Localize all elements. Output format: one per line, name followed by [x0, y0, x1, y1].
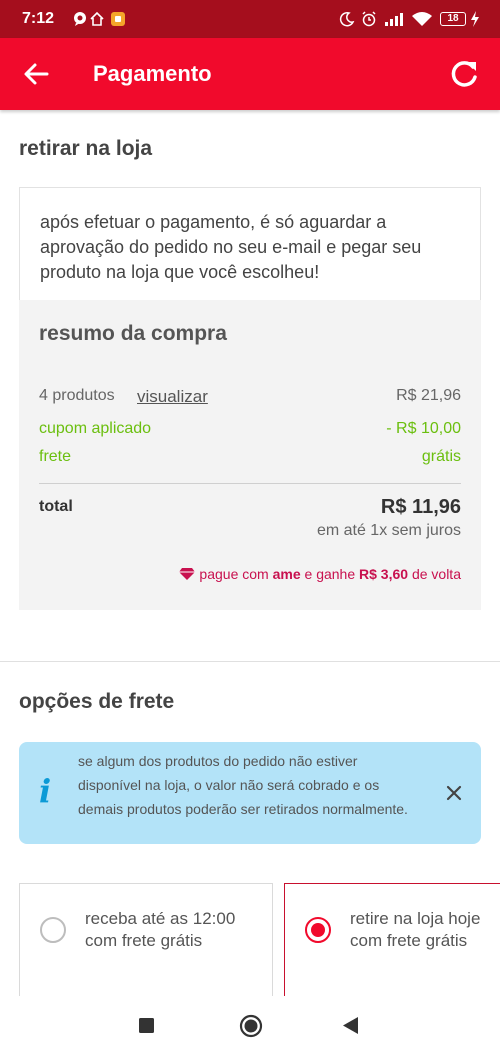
do-not-disturb-moon-icon: [339, 11, 355, 27]
app-notification-icon: [111, 12, 125, 26]
coupon-label: cupom aplicado: [39, 420, 152, 437]
pickup-notice-banner: i se algum dos produtos do pedido não es…: [19, 742, 481, 844]
option-delivery-line1: receba até as 12:00: [85, 909, 236, 928]
option-pickup-line1: retire na loja hoje: [350, 909, 481, 928]
pickup-heading: retirar na loja: [19, 137, 153, 160]
total-label: total: [39, 498, 73, 515]
close-icon[interactable]: [445, 784, 463, 802]
ame-cashback-promo: pague com ame e ganhe R$ 3,60 de volta: [178, 566, 461, 582]
shipping-option-delivery[interactable]: receba até as 12:00 com frete grátis: [19, 883, 273, 996]
ame-amount: R$ 3,60: [359, 566, 409, 582]
option-pickup-text: retire na loja hoje com frete grátis: [350, 908, 480, 952]
notice-text: se algum dos produtos do pedido não esti…: [78, 753, 408, 817]
coupon-value: - R$ 10,00: [386, 420, 461, 437]
page-title: Pagamento: [93, 61, 212, 86]
shipping-label: frete: [39, 448, 72, 465]
pickup-info-text: após efetuar o pagamento, é só aguardar …: [40, 212, 422, 282]
chat-notification-icon: [74, 12, 86, 26]
summary-divider: [39, 483, 461, 484]
shipping-options-heading: opções de frete: [19, 690, 175, 713]
ame-suffix: de volta: [408, 566, 461, 582]
pickup-info-box: após efetuar o pagamento, é só aguardar …: [19, 187, 481, 301]
ame-brand: ame: [272, 566, 301, 582]
purchase-summary: resumo da compra 4 produtos visualizar R…: [19, 300, 481, 610]
section-divider: [0, 661, 500, 662]
installments-text: em até 1x sem juros: [316, 522, 461, 539]
shipping-value: grátis: [421, 448, 461, 465]
recent-apps-square-icon[interactable]: [139, 1018, 154, 1033]
option-pickup-line2: com frete grátis: [350, 931, 468, 950]
wifi-icon: [412, 12, 432, 26]
back-arrow-icon[interactable]: [22, 60, 50, 88]
radio-dot: [311, 923, 325, 937]
home-circle-icon[interactable]: [239, 1014, 263, 1038]
back-triangle-icon[interactable]: [343, 1017, 359, 1034]
cell-signal-icon: [385, 13, 403, 26]
charging-bolt-icon: [471, 11, 479, 27]
alarm-icon: [362, 11, 376, 27]
shipping-row: frete grátis: [39, 448, 461, 470]
status-bar: 7:12 18: [0, 0, 500, 38]
total-value: R$ 11,96: [380, 496, 461, 518]
products-row: 4 produtos visualizar R$ 21,96: [39, 387, 461, 409]
battery-indicator: 18: [440, 12, 466, 26]
battery-level: 18: [447, 13, 459, 24]
refresh-icon[interactable]: [448, 58, 480, 90]
shipping-option-pickup[interactable]: retire na loja hoje com frete grátis: [284, 883, 500, 996]
ame-diamond-icon: [179, 568, 196, 580]
products-label: 4 produtos: [39, 387, 115, 404]
radio-delivery[interactable]: [40, 917, 66, 943]
info-icon: i: [39, 772, 52, 810]
ame-prefix: pague com: [199, 566, 273, 582]
status-time: 7:12: [22, 10, 55, 27]
radio-pickup-selected[interactable]: [305, 917, 331, 943]
ame-middle: e ganhe: [300, 566, 360, 582]
summary-title: resumo da compra: [39, 322, 227, 345]
coupon-row: cupom aplicado - R$ 10,00: [39, 420, 461, 442]
view-products-link[interactable]: visualizar: [137, 387, 208, 407]
option-delivery-text: receba até as 12:00 com frete grátis: [85, 908, 235, 952]
home-notification-icon: [90, 11, 104, 26]
products-value: R$ 21,96: [396, 387, 461, 404]
app-bar: Pagamento: [0, 38, 500, 110]
system-nav-bar: [0, 996, 500, 1056]
option-delivery-line2: com frete grátis: [85, 931, 203, 950]
